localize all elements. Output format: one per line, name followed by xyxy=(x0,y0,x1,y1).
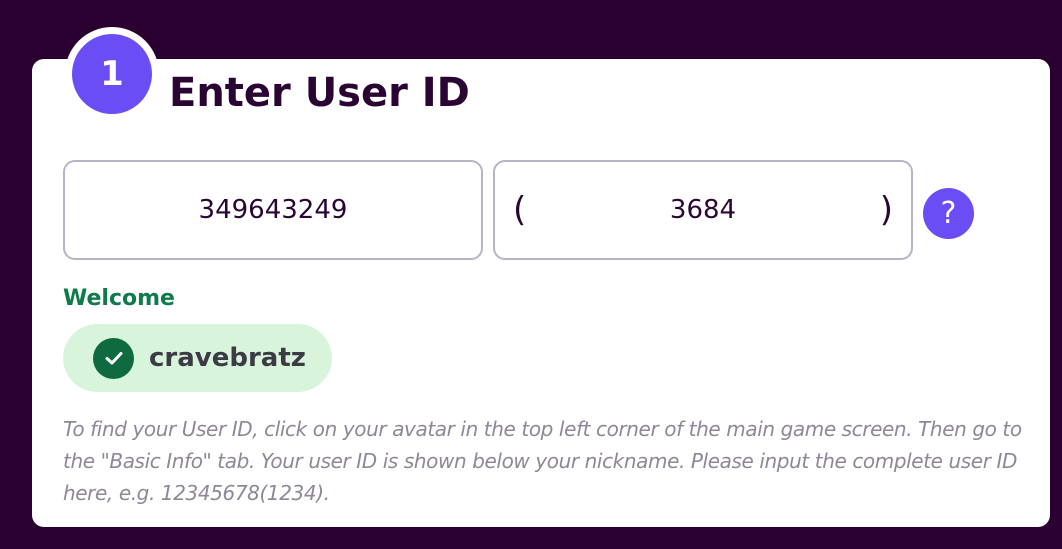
welcome-label: Welcome xyxy=(63,286,175,311)
help-button[interactable]: ? xyxy=(923,188,974,239)
section-title: Enter User ID xyxy=(169,70,470,116)
verified-user-chip: cravebratz xyxy=(63,324,332,392)
server-id-value: 3684 xyxy=(669,195,737,225)
user-id-input[interactable]: 349643249 xyxy=(63,160,483,260)
server-id-input[interactable]: ( 3684 ) xyxy=(493,160,913,260)
username: cravebratz xyxy=(149,343,306,373)
user-id-value: 349643249 xyxy=(198,195,348,225)
question-mark-icon: ? xyxy=(940,196,957,231)
help-text: To find your User ID, click on your avat… xyxy=(63,417,1022,505)
step-number-badge: 1 xyxy=(72,34,152,114)
open-paren: ( xyxy=(513,190,527,230)
check-circle-icon xyxy=(93,337,134,379)
close-paren: ) xyxy=(879,190,893,230)
